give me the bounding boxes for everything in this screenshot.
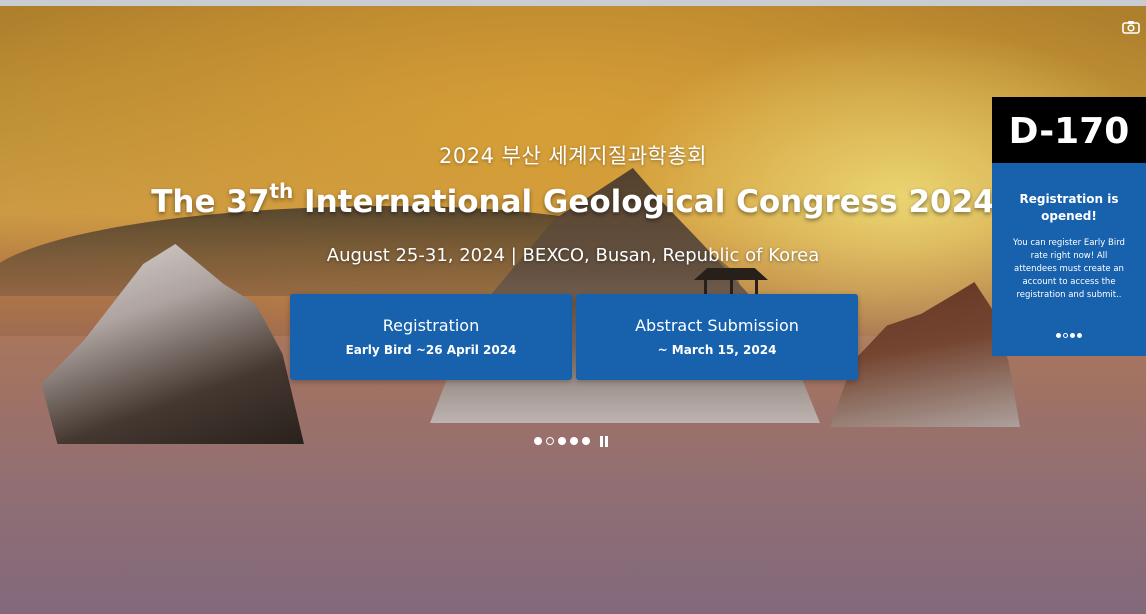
- carousel-dot[interactable]: [558, 437, 566, 445]
- notice-dot[interactable]: [1063, 333, 1068, 338]
- registration-button-label: Registration: [382, 316, 480, 335]
- notice-dot-active[interactable]: [1056, 333, 1061, 338]
- hero-overlay: [0, 6, 1146, 614]
- camera-icon[interactable]: [1122, 20, 1140, 34]
- hero-title-prefix: The 37: [151, 184, 270, 220]
- abstract-submission-button[interactable]: Abstract Submission ~ March 15, 2024: [576, 294, 858, 380]
- abstract-submission-button-label: Abstract Submission: [635, 316, 799, 335]
- hero-title-ordinal: th: [269, 179, 294, 203]
- carousel-dot[interactable]: [534, 437, 542, 445]
- carousel-dot[interactable]: [570, 437, 578, 445]
- registration-button-sub: Early Bird ~26 April 2024: [345, 343, 517, 357]
- countdown-badge: D-170: [992, 97, 1146, 163]
- notice-body: You can register Early Bird rate right n…: [1013, 238, 1125, 300]
- hero-banner: 2024 부산 세계지질과학총회 The 37th International …: [0, 6, 1146, 614]
- hero-dateline: August 25-31, 2024 | BEXCO, Busan, Repub…: [326, 245, 820, 266]
- abstract-submission-button-sub: ~ March 15, 2024: [657, 343, 777, 357]
- notice-dot[interactable]: [1070, 333, 1075, 338]
- carousel-dot[interactable]: [582, 437, 590, 445]
- notice-pagination: [992, 333, 1146, 338]
- hero-subtitle-korean: 2024 부산 세계지질과학총회: [439, 144, 707, 168]
- hero-title: The 37th International Geological Congre…: [0, 181, 1146, 220]
- notice-title: Registration is opened!: [1019, 192, 1119, 223]
- hero-title-suffix: International Geological Congress 2024: [293, 184, 995, 220]
- notice-panel[interactable]: Registration is opened! You can register…: [992, 163, 1146, 356]
- carousel-dot-active[interactable]: [546, 437, 554, 445]
- pause-icon[interactable]: [600, 435, 608, 447]
- notice-dot[interactable]: [1077, 333, 1082, 338]
- carousel-pagination: [534, 433, 608, 449]
- registration-button[interactable]: Registration Early Bird ~26 April 2024: [290, 294, 572, 380]
